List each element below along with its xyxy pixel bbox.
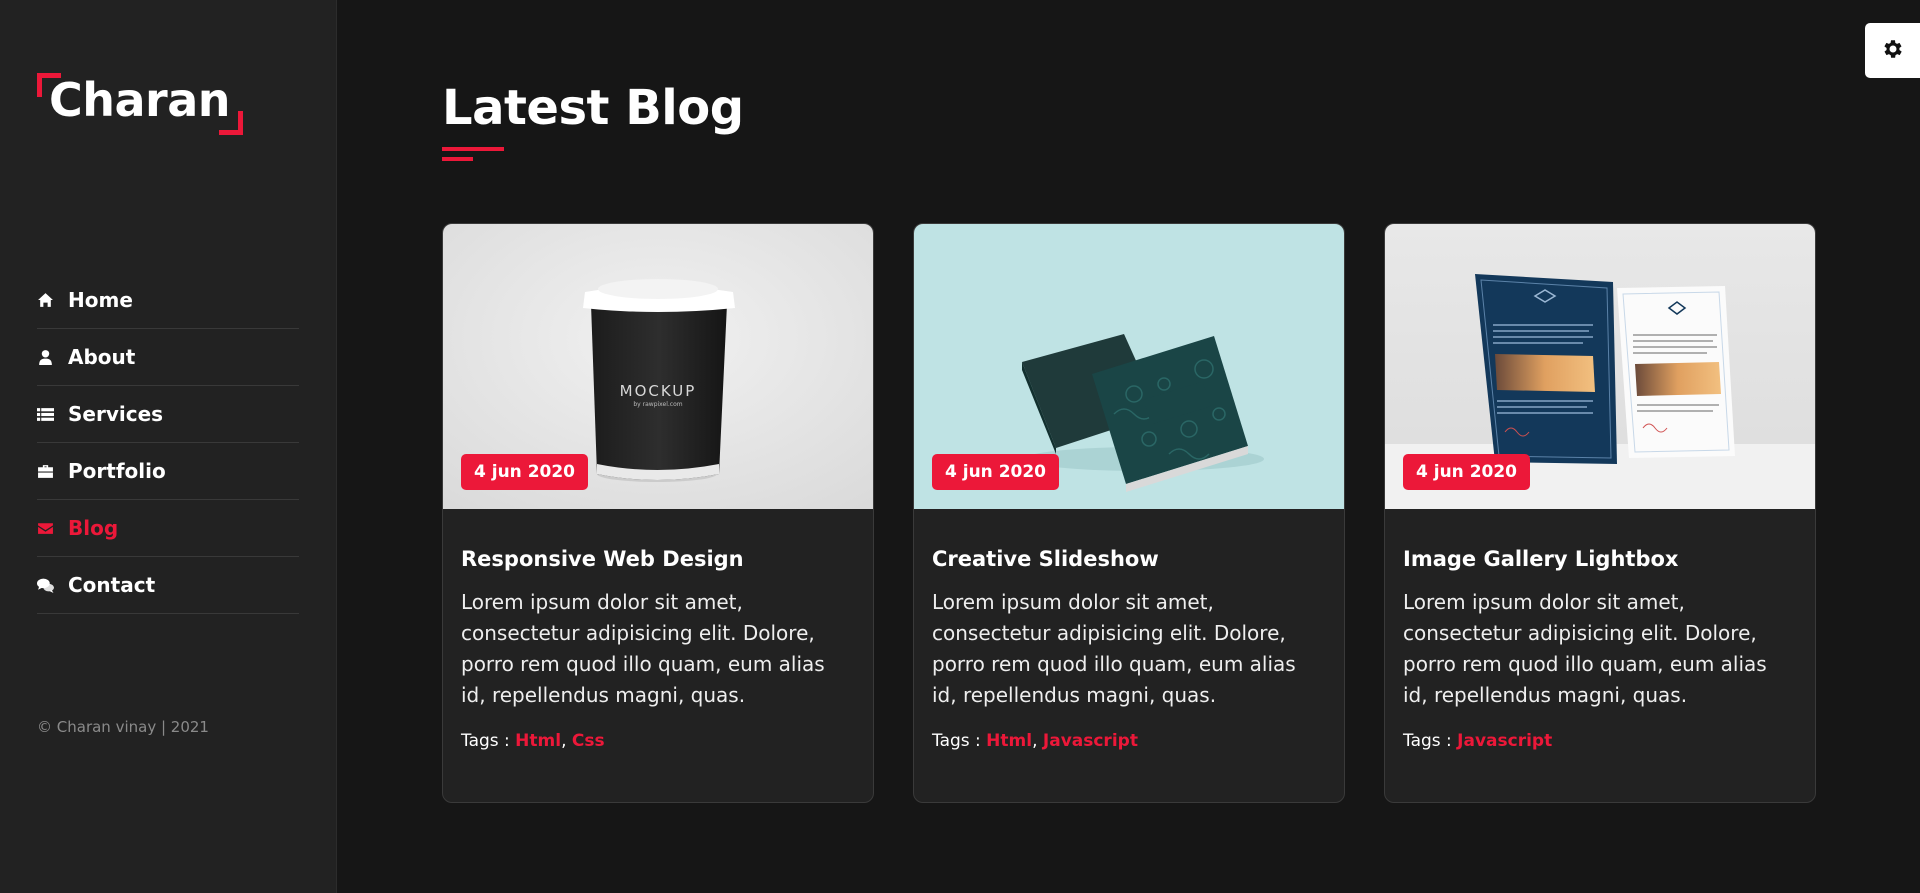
blog-section: Latest Blog MOCKUP by rawpixel.com 4 jun… <box>442 0 1822 893</box>
comments-icon <box>37 577 54 594</box>
nav-item-about[interactable]: About <box>37 329 299 386</box>
date-badge: 4 jun 2020 <box>1403 454 1531 490</box>
nav-item-portfolio[interactable]: Portfolio <box>37 443 299 500</box>
main-nav: Home About Services Portfolio Blog Conta… <box>37 272 299 614</box>
title-underline <box>442 147 504 151</box>
blog-image-letterhead[interactable]: 4 jun 2020 <box>1385 224 1815 509</box>
nav-item-blog[interactable]: Blog <box>37 500 299 557</box>
nav-label: Services <box>68 402 164 426</box>
envelope-icon <box>37 520 54 537</box>
blog-image-book[interactable]: 4 jun 2020 <box>914 224 1344 509</box>
blog-card[interactable]: 4 jun 2020 Image Gallery Lightbox Lorem … <box>1384 223 1816 803</box>
date-badge: 4 jun 2020 <box>461 454 589 490</box>
nav-label: Blog <box>68 516 119 540</box>
list-icon <box>37 406 54 423</box>
blog-cards: MOCKUP by rawpixel.com 4 jun 2020 Respon… <box>442 223 1816 803</box>
mockup-label: MOCKUP <box>620 382 697 400</box>
sidebar: Charan Home About Services Portfolio Blo… <box>0 0 337 893</box>
blog-tags: Tags : Html, Css <box>461 731 605 751</box>
nav-label: Portfolio <box>68 459 166 483</box>
nav-item-contact[interactable]: Contact <box>37 557 299 614</box>
blog-excerpt: Lorem ipsum dolor sit amet, consectetur … <box>932 590 1296 707</box>
tags-label: Tags : <box>461 731 516 751</box>
blog-tags: Tags : Html, Javascript <box>932 731 1138 751</box>
logo[interactable]: Charan <box>37 71 245 135</box>
blog-excerpt: Lorem ipsum dolor sit amet, consectetur … <box>1403 590 1767 707</box>
blog-title[interactable]: Responsive Web Design <box>461 547 855 571</box>
nav-label: Contact <box>68 573 156 597</box>
title-underline-short <box>442 157 473 161</box>
nav-label: Home <box>68 288 133 312</box>
tag-link[interactable]: Html <box>515 731 561 751</box>
section-title: Latest Blog <box>442 80 744 136</box>
tag-link[interactable]: Html <box>986 731 1032 751</box>
logo-text: Charan <box>49 73 231 127</box>
blog-title[interactable]: Image Gallery Lightbox <box>1403 547 1797 571</box>
copyright: © Charan vinay | 2021 <box>37 718 209 736</box>
blog-card[interactable]: 4 jun 2020 Creative Slideshow Lorem ipsu… <box>913 223 1345 803</box>
tag-link[interactable]: Javascript <box>1457 731 1552 751</box>
nav-item-services[interactable]: Services <box>37 386 299 443</box>
nav-item-home[interactable]: Home <box>37 272 299 329</box>
nav-label: About <box>68 345 136 369</box>
blog-tags: Tags : Javascript <box>1403 731 1797 751</box>
date-badge: 4 jun 2020 <box>932 454 1060 490</box>
mockup-sublabel: by rawpixel.com <box>633 401 682 408</box>
tag-link[interactable]: Javascript <box>1043 731 1138 751</box>
briefcase-icon <box>37 463 54 480</box>
home-icon <box>37 292 54 309</box>
tags-label: Tags : <box>932 731 987 751</box>
blog-excerpt: Lorem ipsum dolor sit amet, consectetur … <box>461 590 825 707</box>
user-icon <box>37 349 54 366</box>
tag-link[interactable]: Css <box>572 731 605 751</box>
style-switcher-toggle[interactable] <box>1865 23 1920 78</box>
blog-title[interactable]: Creative Slideshow <box>932 547 1326 571</box>
logo-corner-bottom-right <box>219 111 243 135</box>
gear-icon <box>1881 37 1905 65</box>
blog-card[interactable]: MOCKUP by rawpixel.com 4 jun 2020 Respon… <box>442 223 874 803</box>
tags-label: Tags : <box>1403 731 1458 751</box>
blog-image-coffee-cup[interactable]: MOCKUP by rawpixel.com 4 jun 2020 <box>443 224 873 509</box>
